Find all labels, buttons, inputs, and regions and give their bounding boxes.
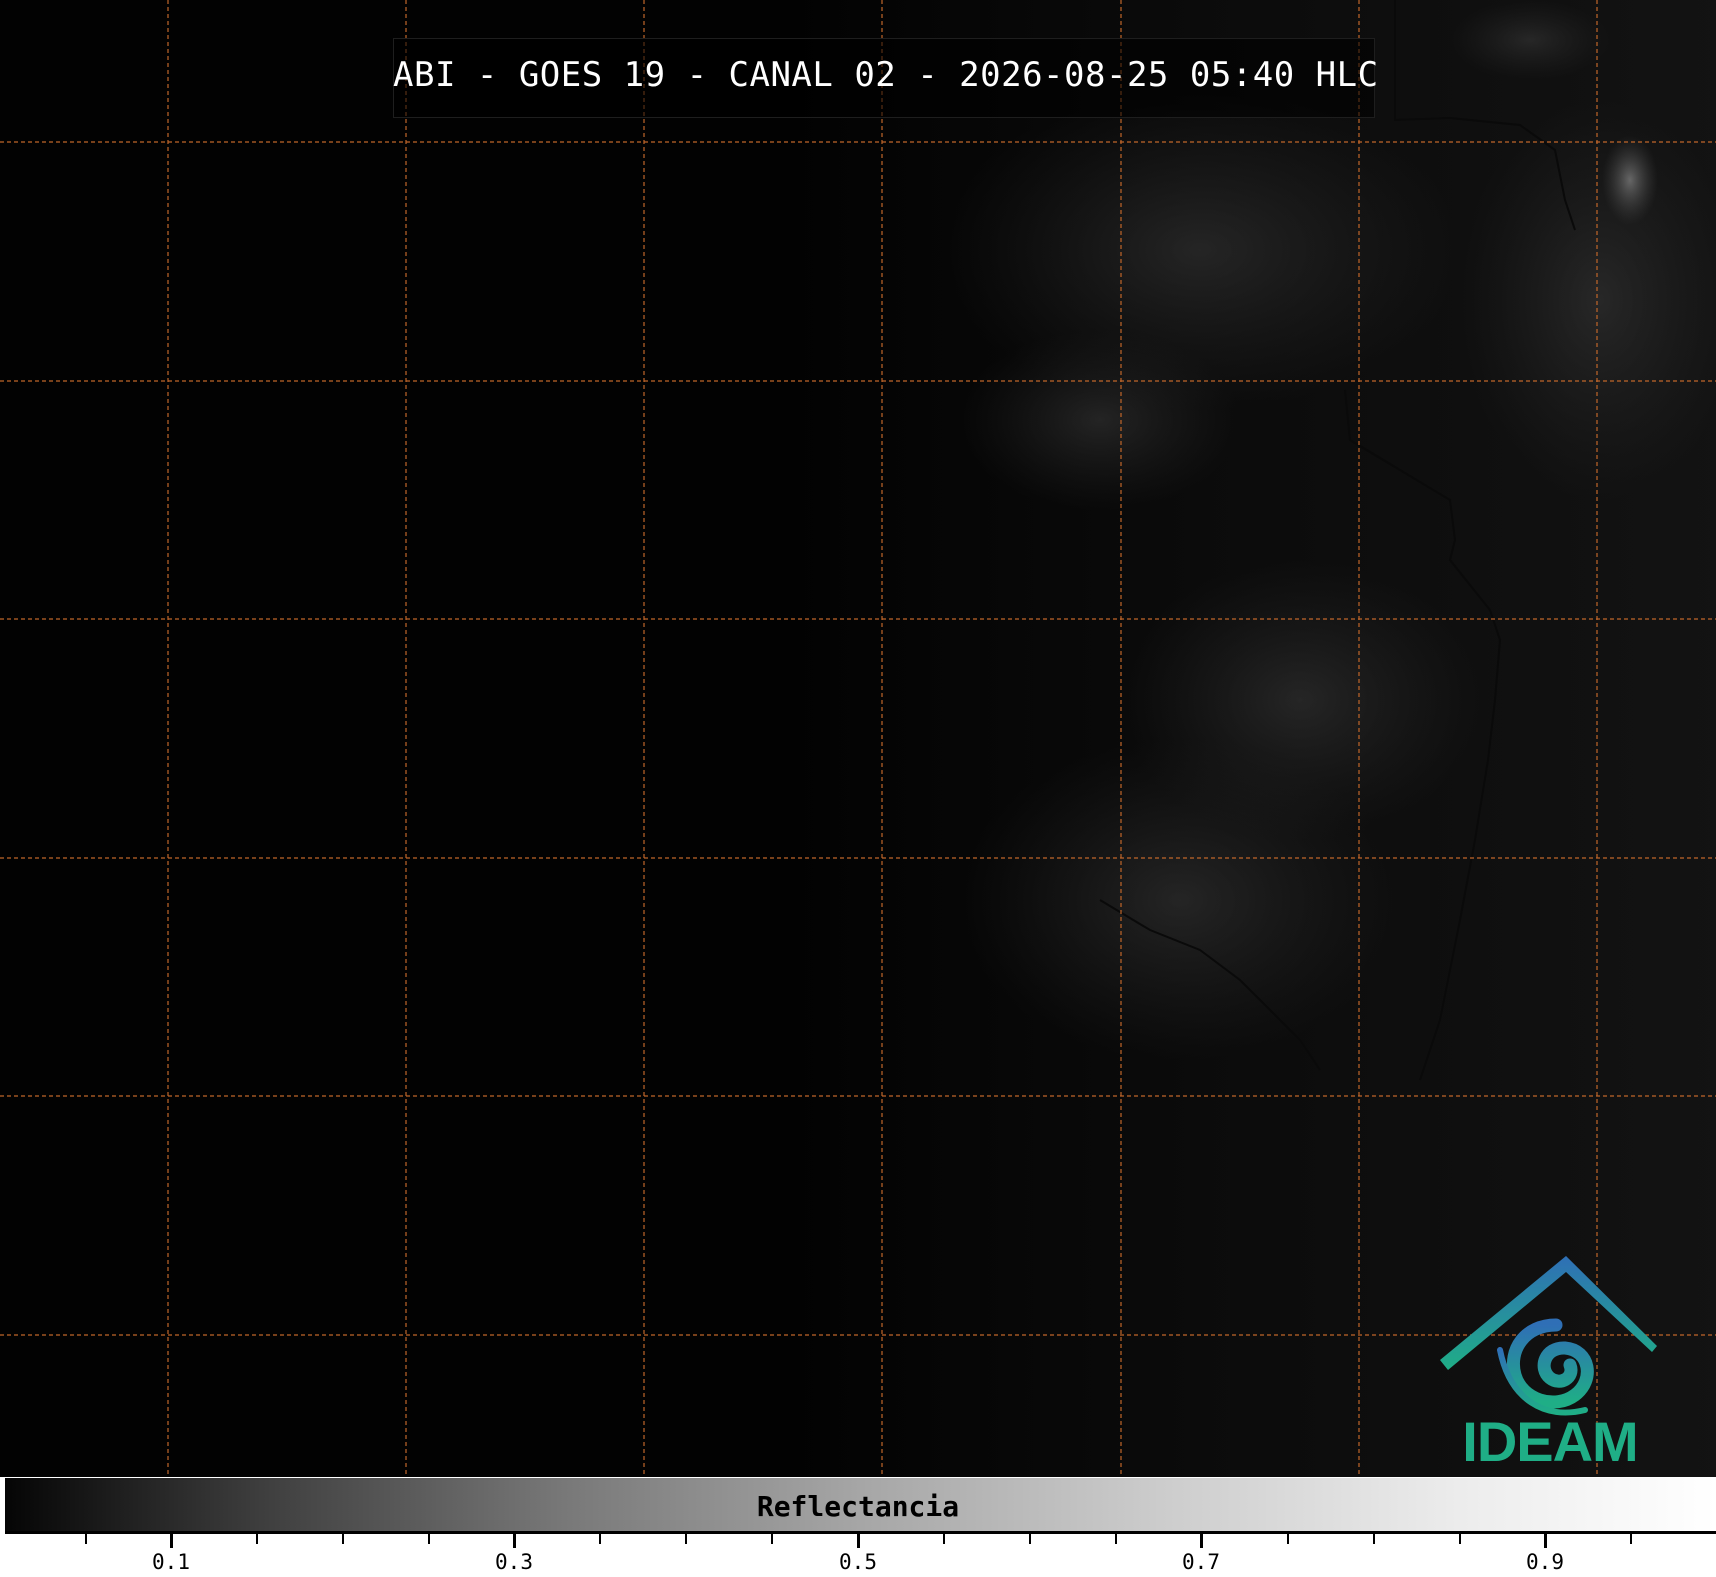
- cloud-patch: [1120, 560, 1480, 840]
- colorbar-major-tick: [857, 1534, 860, 1548]
- satellite-image-page: ABI - GOES 19 - CANAL 02 - 2026-08-25 05…: [0, 0, 1716, 1577]
- colorbar-tick-label: 0.9: [1526, 1550, 1564, 1574]
- colorbar-minor-tick: [771, 1534, 773, 1544]
- colorbar-minor-tick: [1630, 1534, 1632, 1544]
- colorbar-minor-tick: [85, 1534, 87, 1544]
- colorbar-tick-label: 0.7: [1182, 1550, 1220, 1574]
- colorbar-tick-label: 0.1: [152, 1550, 190, 1574]
- cloud-patch: [960, 330, 1240, 510]
- colorbar-minor-tick: [1373, 1534, 1375, 1544]
- colorbar-minor-tick: [256, 1534, 258, 1544]
- colorbar-minor-tick: [1459, 1534, 1461, 1544]
- colorbar-minor-tick: [342, 1534, 344, 1544]
- logo-swirl-shape: [1507, 1318, 1594, 1409]
- colorbar-minor-tick: [943, 1534, 945, 1544]
- logo-text: IDEAM: [1462, 1410, 1638, 1473]
- colorbar-minor-tick: [428, 1534, 430, 1544]
- colorbar-minor-tick: [685, 1534, 687, 1544]
- colorbar-minor-tick: [1115, 1534, 1117, 1544]
- colorbar-tick-label: 0.3: [495, 1550, 533, 1574]
- colorbar-minor-tick: [599, 1534, 601, 1544]
- image-title: ABI - GOES 19 - CANAL 02 - 2026-08-25 05…: [393, 55, 1379, 95]
- cloud-patch: [1602, 135, 1658, 225]
- colorbar-major-tick: [1200, 1534, 1203, 1548]
- cloud-patch: [1450, 0, 1610, 80]
- colorbar-axis: 0.1 0.3 0.5 0.7 0.9: [0, 1534, 1716, 1577]
- colorbar-major-tick: [1544, 1534, 1547, 1548]
- colorbar-major-tick: [513, 1534, 516, 1548]
- colorbar-major-tick: [170, 1534, 173, 1548]
- colorbar-minor-tick: [1029, 1534, 1031, 1544]
- colorbar-tick-label: 0.5: [839, 1550, 877, 1574]
- colorbar-label: Reflectancia: [756, 1490, 960, 1523]
- colorbar-minor-tick: [1287, 1534, 1289, 1544]
